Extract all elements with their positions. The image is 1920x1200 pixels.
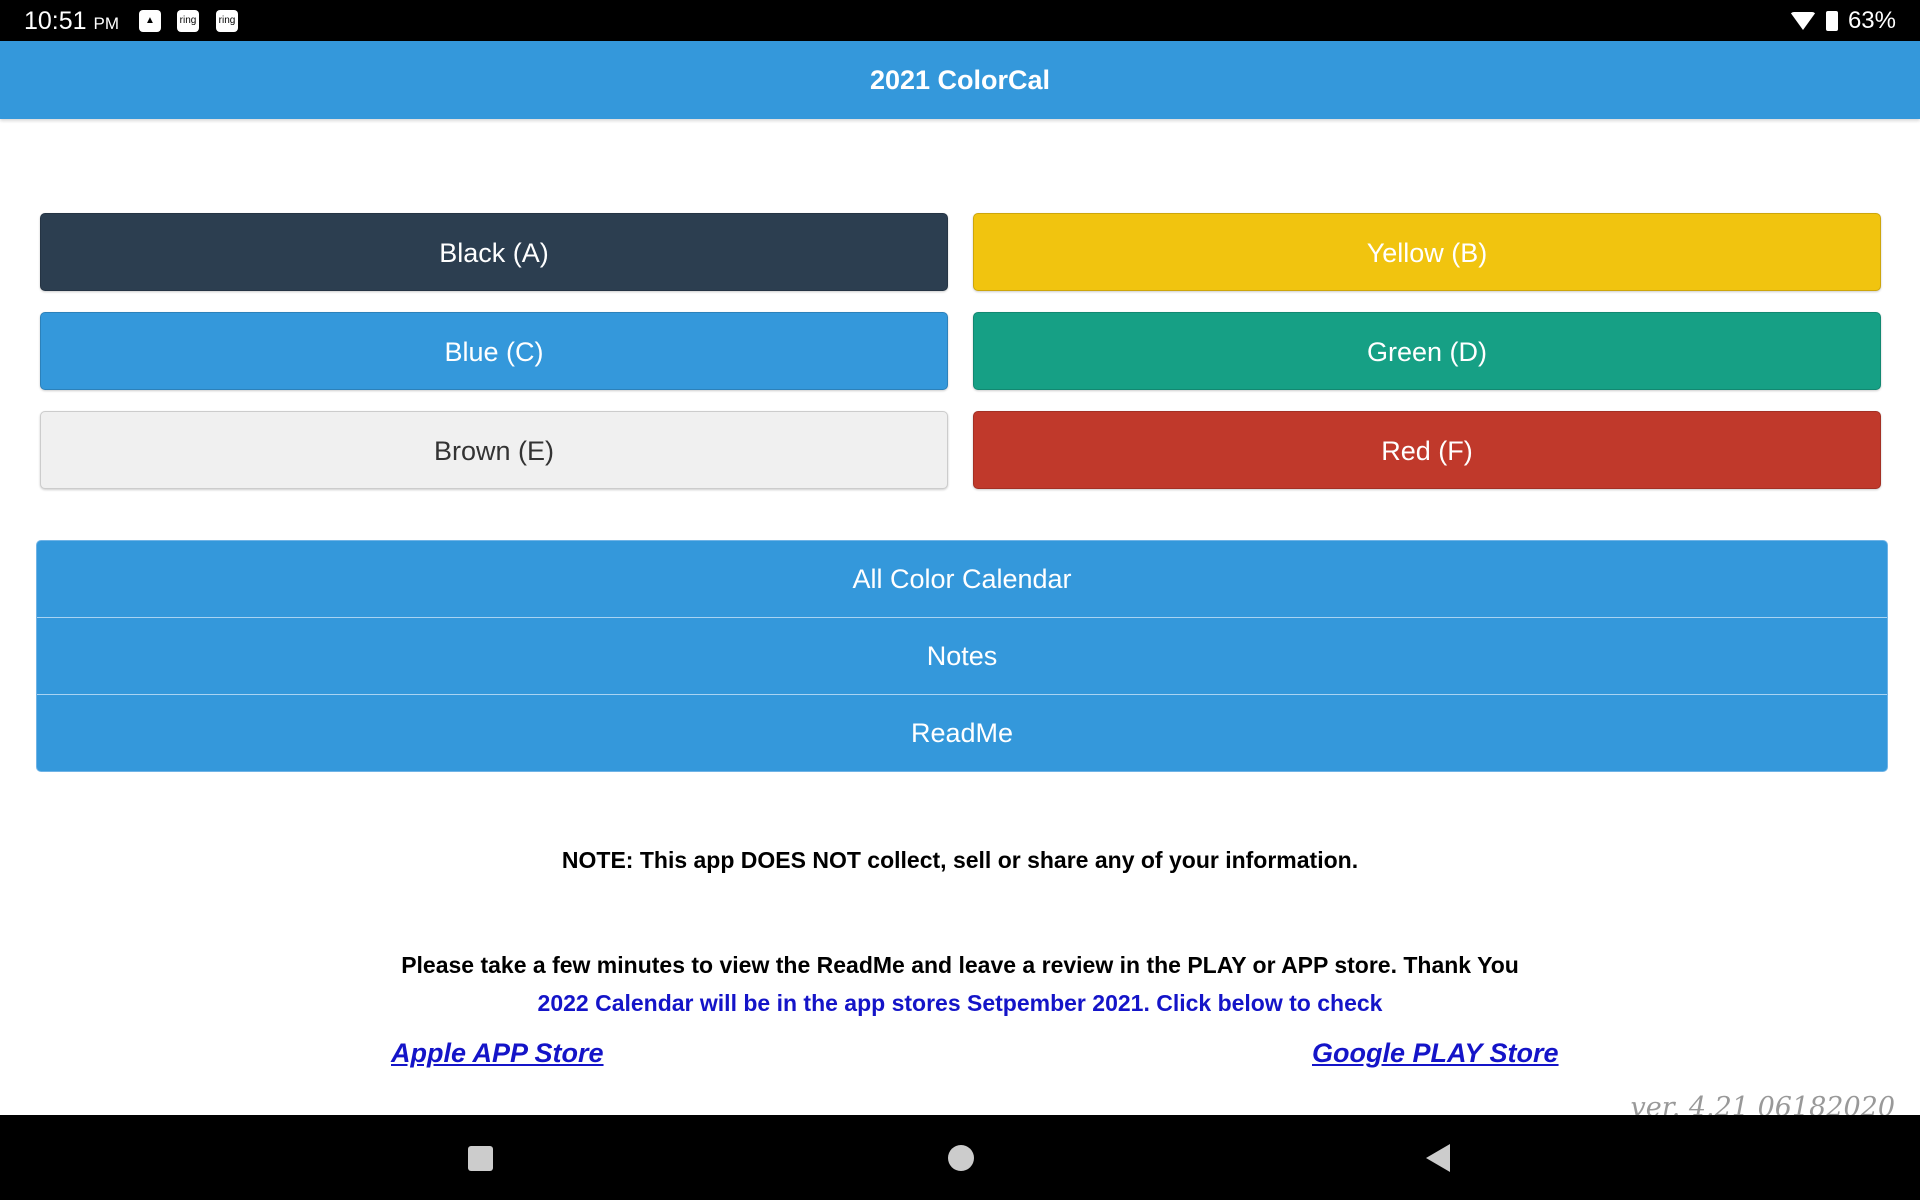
color-button-black[interactable]: Black (A)	[40, 213, 948, 291]
review-request: Please take a few minutes to view the Re…	[401, 952, 1519, 978]
color-button-red[interactable]: Red (F)	[973, 411, 1881, 489]
back-button[interactable]	[1426, 1144, 1450, 1172]
ring-icon: ring	[177, 10, 199, 32]
color-button-green[interactable]: Green (D)	[973, 312, 1881, 390]
battery-level: 63%	[1847, 7, 1896, 34]
recents-button[interactable]	[468, 1146, 493, 1171]
announcement: 2022 Calendar will be in the app stores …	[537, 990, 1383, 1016]
image-icon: ▲	[139, 10, 161, 32]
apple-store-link[interactable]: Apple APP Store	[391, 1038, 604, 1069]
menu-all-color-calendar[interactable]: All Color Calendar	[37, 541, 1887, 618]
clock-time: 10:51	[24, 7, 87, 35]
color-button-blue[interactable]: Blue (C)	[40, 312, 948, 390]
status-bar: 10:51 PM ▲ ring ring 63%	[0, 0, 1920, 41]
menu-list: All Color Calendar Notes ReadMe	[36, 540, 1888, 772]
ring-icon: ring	[216, 10, 238, 32]
home-button[interactable]	[948, 1145, 974, 1171]
color-button-brown[interactable]: Brown (E)	[40, 411, 948, 489]
clock: 10:51 PM	[24, 7, 119, 36]
page-title: 2021 ColorCal	[0, 41, 1920, 119]
privacy-note: NOTE: This app DOES NOT collect, sell or…	[561, 847, 1359, 873]
wifi-icon	[1789, 12, 1816, 30]
color-button-yellow[interactable]: Yellow (B)	[973, 213, 1881, 291]
navigation-bar	[0, 1115, 1920, 1200]
menu-readme[interactable]: ReadMe	[37, 695, 1887, 771]
clock-ampm: PM	[93, 14, 120, 33]
google-play-link[interactable]: Google PLAY Store	[1312, 1038, 1559, 1069]
menu-notes[interactable]: Notes	[37, 618, 1887, 695]
battery-icon	[1825, 11, 1838, 31]
